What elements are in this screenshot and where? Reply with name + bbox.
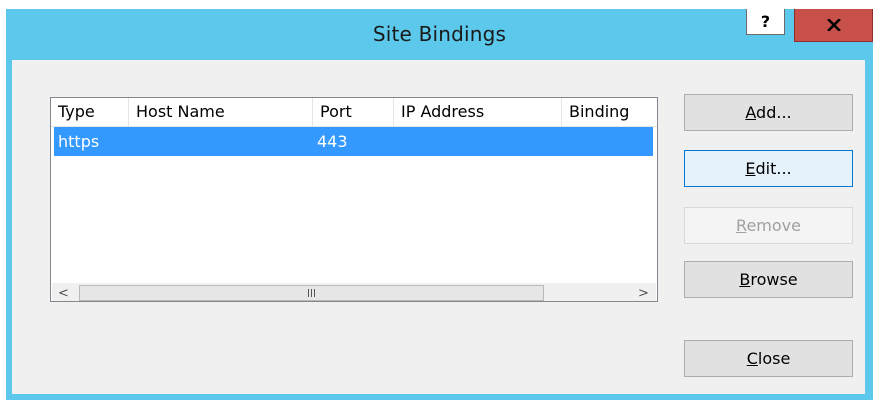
- column-header-type[interactable]: Type: [51, 98, 129, 126]
- browse-label: rowse: [750, 270, 798, 289]
- bindings-list-header: Type Host Name Port IP Address Binding: [51, 98, 657, 127]
- cell-ip-address: [394, 127, 562, 156]
- edit-label: dit...: [755, 159, 792, 178]
- column-header-binding[interactable]: Binding: [562, 98, 657, 126]
- chevron-right-icon: >: [638, 286, 649, 301]
- scroll-left-button[interactable]: <: [52, 284, 75, 301]
- title-bar[interactable]: Site Bindings ?: [6, 9, 873, 60]
- horizontal-scrollbar[interactable]: < >: [52, 283, 656, 301]
- cell-port: 443: [317, 132, 348, 151]
- site-bindings-dialog: Site Bindings ? Type Host Name Port IP A…: [6, 9, 873, 400]
- screen: Site Bindings ? Type Host Name Port IP A…: [0, 0, 873, 400]
- close-icon: [826, 19, 841, 31]
- edit-mnemonic: E: [745, 159, 756, 178]
- chevron-left-icon: <: [58, 286, 69, 301]
- scroll-right-button[interactable]: >: [632, 284, 655, 301]
- bindings-list[interactable]: Type Host Name Port IP Address Binding h…: [50, 97, 658, 302]
- add-button[interactable]: Add...: [684, 94, 853, 131]
- cell-host-name: [129, 127, 313, 156]
- cell-binding: [562, 127, 653, 156]
- close-mnemonic: C: [746, 349, 758, 368]
- dialog-client-area: Type Host Name Port IP Address Binding h…: [12, 60, 865, 394]
- window-bottom-border: [6, 394, 873, 400]
- edit-button[interactable]: Edit...: [684, 150, 853, 187]
- browse-button[interactable]: Browse: [684, 261, 853, 298]
- scrollbar-thumb[interactable]: [79, 285, 544, 301]
- add-mnemonic: A: [745, 103, 757, 122]
- close-window-button[interactable]: [794, 9, 873, 42]
- close-button[interactable]: Close: [684, 340, 853, 377]
- cell-type: https: [58, 132, 100, 151]
- column-header-port[interactable]: Port: [313, 98, 394, 126]
- table-row[interactable]: https 443: [54, 127, 653, 156]
- browse-mnemonic: B: [739, 270, 751, 289]
- close-label: lose: [757, 349, 791, 368]
- help-icon: ?: [760, 12, 771, 31]
- column-header-host-name[interactable]: Host Name: [129, 98, 313, 126]
- add-label: dd...: [756, 103, 792, 122]
- dialog-title: Site Bindings: [372, 22, 507, 46]
- grip-icon: [308, 289, 315, 297]
- remove-mnemonic: R: [736, 216, 747, 235]
- remove-button[interactable]: Remove: [684, 207, 853, 244]
- remove-label: emove: [746, 216, 801, 235]
- help-button[interactable]: ?: [746, 9, 785, 35]
- column-header-ip-address[interactable]: IP Address: [394, 98, 562, 126]
- background-window-strip: [0, 0, 873, 9]
